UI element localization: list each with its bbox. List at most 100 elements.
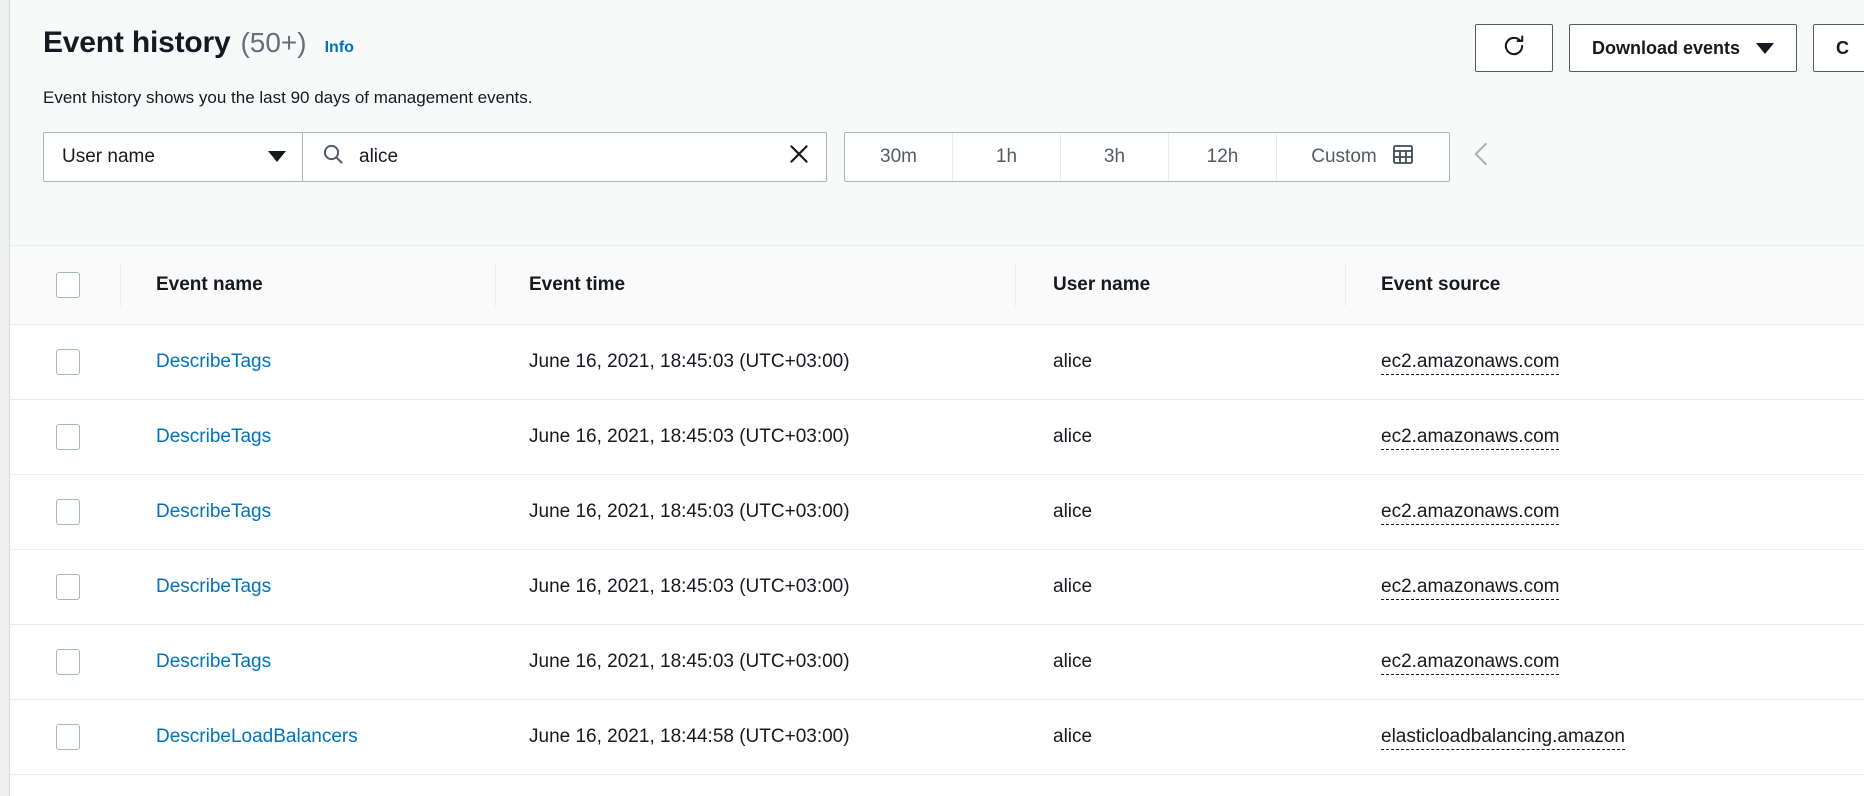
download-events-label: Download events xyxy=(1592,38,1740,59)
time-range-group: 30m 1h 3h 12h Custom xyxy=(844,132,1450,182)
table-row[interactable]: DescribeTags June 16, 2021, 18:45:03 (UTC… xyxy=(10,624,1864,699)
cell-event-name: DescribeTags xyxy=(120,474,495,549)
event-source-value: ec2.amazonaws.com xyxy=(1381,501,1559,525)
table-row[interactable]: DescribeTags June 16, 2021, 18:45:03 (UTC… xyxy=(10,474,1864,549)
event-source-value: elasticloadbalancing.amazon xyxy=(1381,726,1625,750)
filter-row: User name xyxy=(10,110,1864,182)
time-range-custom[interactable]: Custom xyxy=(1277,133,1449,181)
calendar-icon xyxy=(1391,142,1415,172)
table-row[interactable]: DescribeTags June 16, 2021, 18:45:03 (UTC… xyxy=(10,399,1864,474)
download-events-button[interactable]: Download events xyxy=(1569,24,1797,72)
search-input[interactable] xyxy=(359,146,772,168)
cell-event-time: June 16, 2021, 18:45:03 (UTC+03:00) xyxy=(495,549,1015,624)
third-button-label: C xyxy=(1836,38,1849,59)
column-header-user-name[interactable]: User name xyxy=(1015,246,1345,324)
panel-subtitle: Event history shows you the last 90 days… xyxy=(10,80,1864,110)
time-range-3h[interactable]: 3h xyxy=(1061,133,1169,181)
cell-user-name: alice xyxy=(1015,399,1345,474)
cell-user-name: alice xyxy=(1015,699,1345,774)
row-checkbox[interactable] xyxy=(56,574,80,600)
row-select-cell xyxy=(10,624,120,699)
event-name-link[interactable]: DescribeLoadBalancers xyxy=(156,726,358,747)
row-checkbox[interactable] xyxy=(56,649,80,675)
table-row[interactable]: DescribeTags June 16, 2021, 18:45:03 (UTC… xyxy=(10,324,1864,399)
cell-event-time: June 16, 2021, 18:45:03 (UTC+03:00) xyxy=(495,624,1015,699)
row-checkbox[interactable] xyxy=(56,724,80,750)
row-select-cell xyxy=(10,549,120,624)
attribute-select-value: User name xyxy=(62,146,268,168)
cell-event-time: June 16, 2021, 18:45:03 (UTC+03:00) xyxy=(495,399,1015,474)
event-source-value: ec2.amazonaws.com xyxy=(1381,576,1559,600)
event-source-value: ec2.amazonaws.com xyxy=(1381,351,1559,375)
event-history-panel: Event history (50+) Info xyxy=(9,0,1864,796)
table-row[interactable]: DescribeTags June 16, 2021, 18:45:03 (UTC… xyxy=(10,549,1864,624)
refresh-button[interactable] xyxy=(1475,24,1553,72)
cell-user-name: alice xyxy=(1015,549,1345,624)
cell-event-source: ec2.amazonaws.com xyxy=(1345,549,1864,624)
create-athena-table-button[interactable]: C xyxy=(1813,24,1864,72)
page-title: Event history xyxy=(43,28,230,58)
cell-user-name: alice xyxy=(1015,324,1345,399)
cell-event-source: ec2.amazonaws.com xyxy=(1345,399,1864,474)
cell-event-name: DescribeTags xyxy=(120,324,495,399)
cell-event-name: DescribeTags xyxy=(120,549,495,624)
cell-event-time: June 16, 2021, 18:44:58 (UTC+03:00) xyxy=(495,699,1015,774)
column-header-event-name[interactable]: Event name xyxy=(120,246,495,324)
title-group: Event history (50+) Info xyxy=(43,28,354,58)
chevron-down-icon xyxy=(1756,43,1774,54)
table-row[interactable]: DescribeLoadBalancers June 16, 2021, 18:4… xyxy=(10,699,1864,774)
event-count: (50+) xyxy=(240,29,306,57)
column-header-event-source[interactable]: Event source xyxy=(1345,246,1864,324)
row-select-cell xyxy=(10,474,120,549)
close-icon[interactable] xyxy=(786,141,812,172)
select-all-checkbox[interactable] xyxy=(56,272,80,298)
cell-event-time: June 16, 2021, 18:45:03 (UTC+03:00) xyxy=(495,324,1015,399)
title-row: Event history (50+) Info xyxy=(10,28,1864,80)
row-select-cell xyxy=(10,324,120,399)
cell-event-source: ec2.amazonaws.com xyxy=(1345,624,1864,699)
event-name-link[interactable]: DescribeTags xyxy=(156,501,271,522)
time-range-12h[interactable]: 12h xyxy=(1169,133,1277,181)
row-select-cell xyxy=(10,399,120,474)
event-source-value: ec2.amazonaws.com xyxy=(1381,426,1559,450)
search-icon xyxy=(321,142,345,171)
cell-event-name: DescribeTags xyxy=(120,624,495,699)
event-name-link[interactable]: DescribeTags xyxy=(156,651,271,672)
row-select-cell xyxy=(10,699,120,774)
prev-page-button[interactable] xyxy=(1460,137,1504,176)
event-name-link[interactable]: DescribeTags xyxy=(156,351,271,372)
table-header-row: Event name Event time User name Event so… xyxy=(10,246,1864,324)
events-table-head: Event name Event time User name Event so… xyxy=(10,246,1864,324)
event-name-link[interactable]: DescribeTags xyxy=(156,426,271,447)
cell-event-source: ec2.amazonaws.com xyxy=(1345,474,1864,549)
cell-event-source: elasticloadbalancing.amazon xyxy=(1345,699,1864,774)
event-history-page: Event history (50+) Info xyxy=(0,0,1864,796)
time-range-30m[interactable]: 30m xyxy=(845,133,953,181)
cell-event-name: DescribeLoadBalancers xyxy=(120,699,495,774)
cell-user-name: alice xyxy=(1015,474,1345,549)
column-header-event-time[interactable]: Event time xyxy=(495,246,1015,324)
attribute-select[interactable]: User name xyxy=(43,132,302,182)
event-name-link[interactable]: DescribeTags xyxy=(156,576,271,597)
refresh-icon xyxy=(1501,33,1527,64)
time-range-1h[interactable]: 1h xyxy=(953,133,1061,181)
row-checkbox[interactable] xyxy=(56,499,80,525)
row-checkbox[interactable] xyxy=(56,424,80,450)
cell-event-name: DescribeTags xyxy=(120,399,495,474)
chevron-down-icon xyxy=(268,151,286,162)
events-table-container: Event name Event time User name Event so… xyxy=(10,245,1864,796)
cell-event-source: ec2.amazonaws.com xyxy=(1345,324,1864,399)
events-table: Event name Event time User name Event so… xyxy=(10,246,1864,775)
row-checkbox[interactable] xyxy=(56,349,80,375)
panel-header: Event history (50+) Info xyxy=(10,0,1864,245)
header-actions: Download events C xyxy=(1475,24,1864,72)
select-all-header xyxy=(10,246,120,324)
search-box[interactable] xyxy=(302,132,827,182)
chevron-left-icon xyxy=(1467,137,1497,176)
info-link[interactable]: Info xyxy=(325,40,354,56)
event-source-value: ec2.amazonaws.com xyxy=(1381,651,1559,675)
cell-event-time: June 16, 2021, 18:45:03 (UTC+03:00) xyxy=(495,474,1015,549)
custom-range-label: Custom xyxy=(1311,146,1376,168)
events-table-body: DescribeTags June 16, 2021, 18:45:03 (UTC… xyxy=(10,324,1864,774)
cell-user-name: alice xyxy=(1015,624,1345,699)
